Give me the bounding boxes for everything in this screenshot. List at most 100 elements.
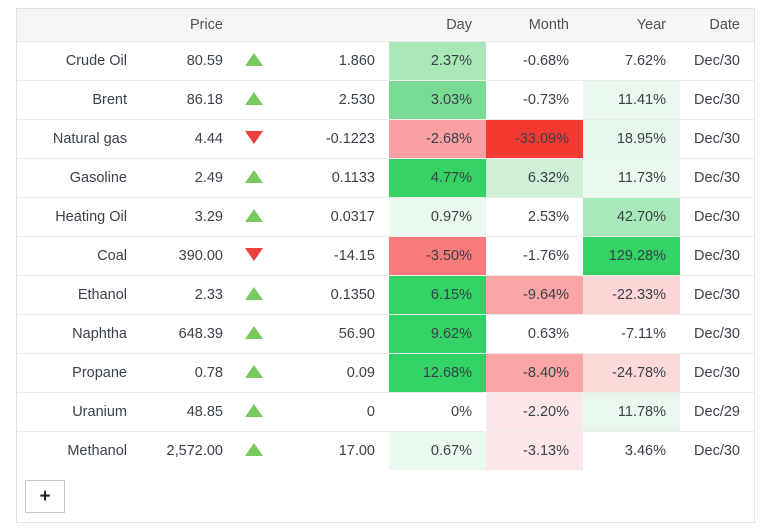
table-row[interactable]: Natural gas 4.44 -0.1223 -2.68% -33.09% 18.95…	[17, 119, 754, 159]
commodity-day-change: 6.15%	[389, 275, 486, 315]
arrow-up-icon	[245, 52, 263, 66]
commodity-name[interactable]: Propane	[17, 353, 141, 393]
commodity-year-change: 3.46%	[583, 431, 680, 470]
table-row[interactable]: Ethanol 2.33 0.1350 6.15% -9.64% -22.33% Dec/3…	[17, 275, 754, 315]
commodities-table: Price Day Month Year Date Crude Oil 80.59…	[17, 9, 754, 470]
commodity-day-change: -2.68%	[389, 119, 486, 159]
commodity-price: 2.49	[141, 158, 237, 198]
commodity-date: Dec/30	[680, 119, 754, 159]
commodity-month-change: -2.20%	[486, 392, 583, 432]
column-header-price[interactable]: Price	[141, 9, 237, 42]
table-row[interactable]: Methanol 2,572.00 17.00 0.67% -3.13% 3.46% Dec…	[17, 431, 754, 471]
commodities-table-container: Price Day Month Year Date Crude Oil 80.59…	[16, 8, 755, 523]
commodity-name[interactable]: Uranium	[17, 392, 141, 432]
table-row[interactable]: Gasoline 2.49 0.1133 4.77% 6.32% 11.73% Dec/30	[17, 158, 754, 198]
commodity-name[interactable]: Methanol	[17, 432, 141, 471]
commodity-date: Dec/30	[680, 314, 754, 354]
commodity-price: 80.59	[141, 41, 237, 81]
commodity-month-change: -1.76%	[486, 236, 583, 276]
commodity-price: 390.00	[141, 236, 237, 276]
commodity-name[interactable]: Ethanol	[17, 275, 141, 315]
trend-direction-up	[237, 158, 277, 198]
trend-direction-up	[237, 353, 277, 393]
table-row[interactable]: Crude Oil 80.59 1.860 2.37% -0.68% 7.62% Dec/3…	[17, 41, 754, 81]
commodity-date: Dec/30	[680, 158, 754, 198]
column-header-date[interactable]: Date	[680, 9, 754, 42]
commodity-change: 0.1133	[277, 158, 389, 198]
commodity-change: 0.09	[277, 353, 389, 393]
commodity-year-change: 11.41%	[583, 80, 680, 120]
commodity-name[interactable]: Brent	[17, 80, 141, 120]
commodity-change: 0.1350	[277, 275, 389, 315]
table-body: Crude Oil 80.59 1.860 2.37% -0.68% 7.62% Dec/3…	[17, 41, 754, 471]
commodity-year-change: 18.95%	[583, 119, 680, 159]
commodity-month-change: -3.13%	[486, 431, 583, 470]
commodity-day-change: 0.97%	[389, 197, 486, 237]
arrow-up-icon	[245, 364, 263, 378]
table-header: Price Day Month Year Date	[17, 9, 754, 42]
trend-direction-down	[237, 119, 277, 159]
table-row[interactable]: Propane 0.78 0.09 12.68% -8.40% -24.78% Dec/30	[17, 353, 754, 393]
table-row[interactable]: Naphtha 648.39 56.90 9.62% 0.63% -7.11% Dec/30	[17, 314, 754, 354]
commodity-day-change: -3.50%	[389, 236, 486, 276]
add-row-area: +	[17, 470, 754, 522]
commodity-year-change: 11.78%	[583, 392, 680, 432]
commodity-day-change: 0.67%	[389, 431, 486, 470]
column-header-month[interactable]: Month	[486, 9, 583, 42]
table-row[interactable]: Heating Oil 3.29 0.0317 0.97% 2.53% 42.70% Dec…	[17, 197, 754, 237]
trend-direction-down	[237, 236, 277, 276]
column-header-arrow	[237, 9, 277, 42]
commodity-change: 0.0317	[277, 197, 389, 237]
commodity-name[interactable]: Gasoline	[17, 158, 141, 198]
commodity-month-change: 0.63%	[486, 314, 583, 354]
column-header-day[interactable]: Day	[389, 9, 486, 42]
column-header-name[interactable]	[17, 9, 141, 42]
commodity-change: 17.00	[338, 443, 375, 459]
commodity-name[interactable]: Naphtha	[17, 314, 141, 354]
commodity-month-change: -0.68%	[486, 41, 583, 81]
commodity-date: Dec/30	[680, 197, 754, 237]
column-header-year[interactable]: Year	[583, 9, 680, 42]
commodity-month-change: -8.40%	[486, 353, 583, 393]
table-row[interactable]: Uranium 48.85 0 0% -2.20% 11.78% Dec/29	[17, 392, 754, 432]
arrow-down-icon	[245, 247, 263, 261]
commodity-change: 0	[277, 392, 389, 432]
commodities-quote-panel: Price Day Month Year Date Crude Oil 80.59…	[0, 0, 771, 530]
commodity-year-change: -22.33%	[583, 275, 680, 315]
commodity-month-change: -33.09%	[486, 119, 583, 159]
commodity-year-change: -7.11%	[583, 314, 680, 354]
table-row[interactable]: Coal 390.00 -14.15 -3.50% -1.76% 129.28% Dec/3…	[17, 236, 754, 276]
trend-direction-up	[237, 275, 277, 315]
commodity-month-change: -0.73%	[486, 80, 583, 120]
add-row-button[interactable]: +	[25, 479, 65, 513]
commodity-year-change: 7.62%	[583, 41, 680, 81]
commodity-price: 0.78	[141, 353, 237, 393]
commodity-price: 4.44	[141, 119, 237, 159]
table-row[interactable]: Brent 86.18 2.530 3.03% -0.73% 11.41% Dec/30	[17, 80, 754, 120]
commodity-day-change: 0%	[389, 392, 486, 432]
commodity-month-change: 2.53%	[486, 197, 583, 237]
commodity-date: Dec/30	[694, 443, 740, 459]
commodity-name[interactable]: Natural gas	[17, 119, 141, 159]
commodity-name[interactable]: Heating Oil	[17, 197, 141, 237]
commodity-day-change: 3.03%	[389, 80, 486, 120]
commodity-name[interactable]: Crude Oil	[17, 41, 141, 81]
trend-direction-up	[237, 392, 277, 432]
arrow-up-icon	[245, 325, 263, 339]
arrow-up-icon	[245, 91, 263, 105]
arrow-up-icon	[245, 286, 263, 300]
commodity-price: 48.85	[141, 392, 237, 432]
commodity-price: 648.39	[141, 314, 237, 354]
commodity-day-change: 2.37%	[389, 41, 486, 81]
commodity-year-change: -24.78%	[583, 353, 680, 393]
commodity-date: Dec/29	[680, 392, 754, 432]
trend-direction-up	[237, 432, 277, 471]
commodity-date: Dec/30	[680, 80, 754, 120]
trend-direction-up	[237, 41, 277, 81]
commodity-name[interactable]: Coal	[17, 236, 141, 276]
commodity-year-change: 11.73%	[583, 158, 680, 198]
trend-direction-up	[237, 80, 277, 120]
table-header-row: Price Day Month Year Date	[17, 9, 754, 42]
commodity-change: -14.15	[277, 236, 389, 276]
commodity-change: 2.530	[277, 80, 389, 120]
